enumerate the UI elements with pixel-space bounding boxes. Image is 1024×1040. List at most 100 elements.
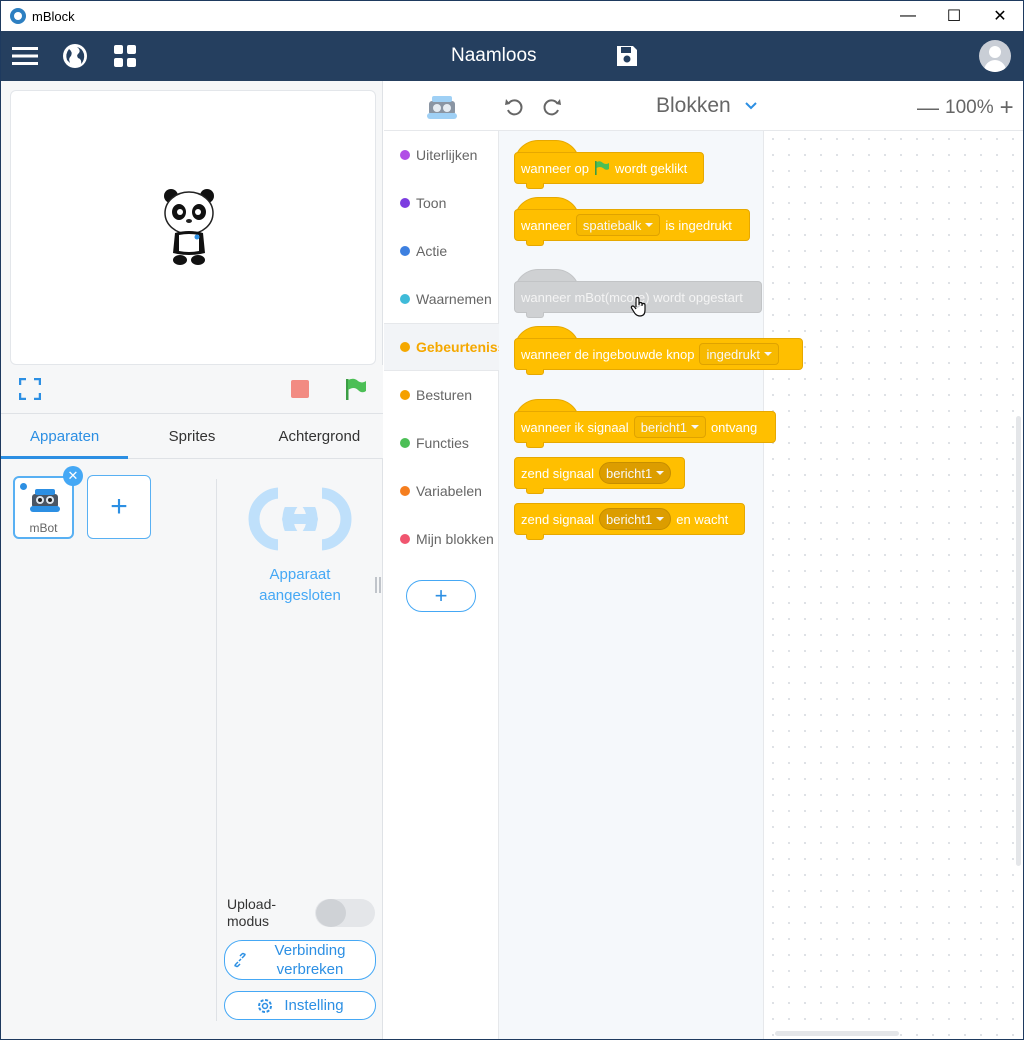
message-dropdown[interactable]: bericht1: [599, 462, 672, 484]
fullscreen-icon[interactable]: [18, 377, 42, 401]
category-label: Besturen: [416, 387, 473, 403]
device-name: mBot: [29, 521, 58, 535]
upload-mode-line1: Upload-: [227, 896, 277, 912]
app-window: mBlock — ☐ ✕ Naamloos Apparaten Sprites …: [0, 0, 1024, 1040]
script-workspace[interactable]: [765, 131, 1023, 1039]
category-actie[interactable]: Actie: [384, 227, 499, 275]
undo-icon[interactable]: [504, 97, 524, 117]
globe-icon[interactable]: [55, 31, 95, 81]
category-color-dot: [400, 150, 410, 160]
block-text: wanneer op: [521, 160, 589, 176]
category-variabelen[interactable]: Variabelen: [384, 467, 499, 515]
settings-button[interactable]: Instelling: [224, 991, 376, 1020]
key-dropdown[interactable]: spatiebalk: [575, 214, 661, 236]
horizontal-scrollbar[interactable]: [775, 1031, 899, 1036]
disconnect-line2: verbreken: [276, 961, 344, 978]
category-toon[interactable]: Toon: [384, 179, 499, 227]
connection-status-line2: aangesloten: [259, 587, 341, 604]
maximize-button[interactable]: ☐: [931, 1, 977, 31]
tab-apparaten[interactable]: Apparaten: [1, 414, 129, 459]
message-dropdown[interactable]: bericht1: [633, 416, 706, 438]
redo-icon[interactable]: [542, 97, 562, 117]
stage-canvas[interactable]: [10, 90, 376, 365]
editor-mode-select[interactable]: Blokken: [656, 94, 757, 118]
category-color-dot: [400, 246, 410, 256]
close-button[interactable]: ✕: [977, 1, 1023, 31]
block-broadcast[interactable]: zend signaal bericht1: [514, 457, 685, 489]
minimize-button[interactable]: —: [885, 1, 931, 31]
category-functies[interactable]: Functies: [384, 419, 499, 467]
mblock-logo-icon: [10, 8, 26, 24]
category-besturen[interactable]: Besturen: [384, 371, 499, 419]
category-label: Functies: [416, 435, 469, 451]
block-palette: [499, 131, 764, 1039]
window-title: mBlock: [32, 8, 75, 24]
category-uiterlijken[interactable]: Uiterlijken: [384, 131, 499, 179]
category-label: Toon: [416, 195, 447, 211]
category-label: Actie: [416, 243, 448, 259]
connection-status-line1: Apparaat: [269, 566, 331, 583]
block-when-flag-clicked[interactable]: wanneer op wordt geklikt: [514, 152, 704, 184]
device-card-mbot[interactable]: mBot: [13, 476, 74, 539]
green-flag-icon[interactable]: [344, 377, 368, 401]
block-text: is ingedrukt: [665, 217, 732, 233]
panel-resize-handle[interactable]: [375, 577, 381, 593]
dropdown-value: spatiebalk: [582, 217, 642, 233]
button-state-dropdown[interactable]: ingedrukt: [699, 343, 779, 365]
hand-cursor-icon: [630, 297, 646, 317]
category-waarnemen[interactable]: Waarnemen: [384, 275, 499, 323]
upload-mode-toggle[interactable]: [315, 899, 375, 927]
category-color-dot: [400, 534, 410, 544]
block-when-receive-broadcast[interactable]: wanneer ik signaal bericht1 ontvang: [514, 411, 776, 443]
project-title[interactable]: Naamloos: [451, 45, 537, 67]
upload-mode-line2: modus: [227, 913, 270, 929]
add-extension-button[interactable]: +: [406, 580, 476, 612]
top-toolbar: Naamloos: [1, 31, 1023, 81]
panda-sprite[interactable]: [163, 187, 219, 267]
block-text: ontvang: [710, 419, 758, 435]
block-text: wanneer de ingebouwde knop: [521, 346, 695, 362]
mbot-icon: [30, 489, 60, 512]
disconnect-button[interactable]: Verbinding verbreken: [224, 940, 376, 980]
selected-dot: [20, 483, 27, 490]
block-text: wanneer: [521, 217, 571, 233]
green-flag-icon: [594, 161, 609, 175]
unlink-icon: [234, 952, 246, 968]
sprite-tabs: Apparaten Sprites Achtergrond: [1, 413, 383, 459]
chevron-down-icon: [744, 102, 757, 110]
category-color-dot: [400, 438, 410, 448]
user-avatar[interactable]: [979, 40, 1011, 72]
block-text: en wacht: [676, 511, 729, 527]
zoom-out-icon[interactable]: —: [917, 95, 939, 121]
block-text: wordt geklikt: [614, 160, 688, 176]
block-when-button-pressed[interactable]: wanneer de ingebouwde knop ingedrukt: [514, 338, 803, 370]
block-text: zend signaal: [521, 511, 594, 527]
category-label: Waarnemen: [416, 291, 492, 307]
menu-icon[interactable]: [5, 31, 45, 81]
category-gebeurtenissen[interactable]: Gebeurtenissen: [384, 323, 499, 371]
dropdown-value: bericht1: [606, 465, 653, 481]
block-when-key-pressed[interactable]: wanneer spatiebalk is ingedrukt: [514, 209, 750, 241]
category-mijn-blokken[interactable]: Mijn blokken: [384, 515, 499, 563]
dropdown-value: bericht1: [606, 511, 653, 527]
editor-mode-label: Blokken: [656, 94, 731, 117]
zoom-control: — 100% +: [917, 94, 1014, 122]
add-device-button[interactable]: +: [87, 475, 151, 539]
block-broadcast-and-wait[interactable]: zend signaal bericht1 en wacht: [514, 503, 745, 535]
stage-controls: [1, 365, 383, 413]
save-icon[interactable]: [607, 31, 647, 81]
stop-button[interactable]: [291, 380, 309, 398]
category-color-dot: [400, 390, 410, 400]
vertical-scrollbar[interactable]: [1016, 416, 1021, 866]
block-text: wanneer ik signaal: [521, 419, 629, 435]
robot-sprite-icon[interactable]: [425, 93, 459, 121]
message-dropdown[interactable]: bericht1: [599, 508, 672, 530]
upload-mode-label: Upload- modus: [227, 896, 276, 930]
divider: [216, 479, 217, 1021]
zoom-in-icon[interactable]: +: [1000, 94, 1014, 122]
dropdown-value: ingedrukt: [706, 346, 760, 362]
tab-sprites[interactable]: Sprites: [128, 414, 255, 458]
tab-achtergrond[interactable]: Achtergrond: [256, 414, 383, 458]
remove-device-icon[interactable]: ✕: [63, 466, 83, 486]
extensions-grid-icon[interactable]: [105, 31, 145, 81]
